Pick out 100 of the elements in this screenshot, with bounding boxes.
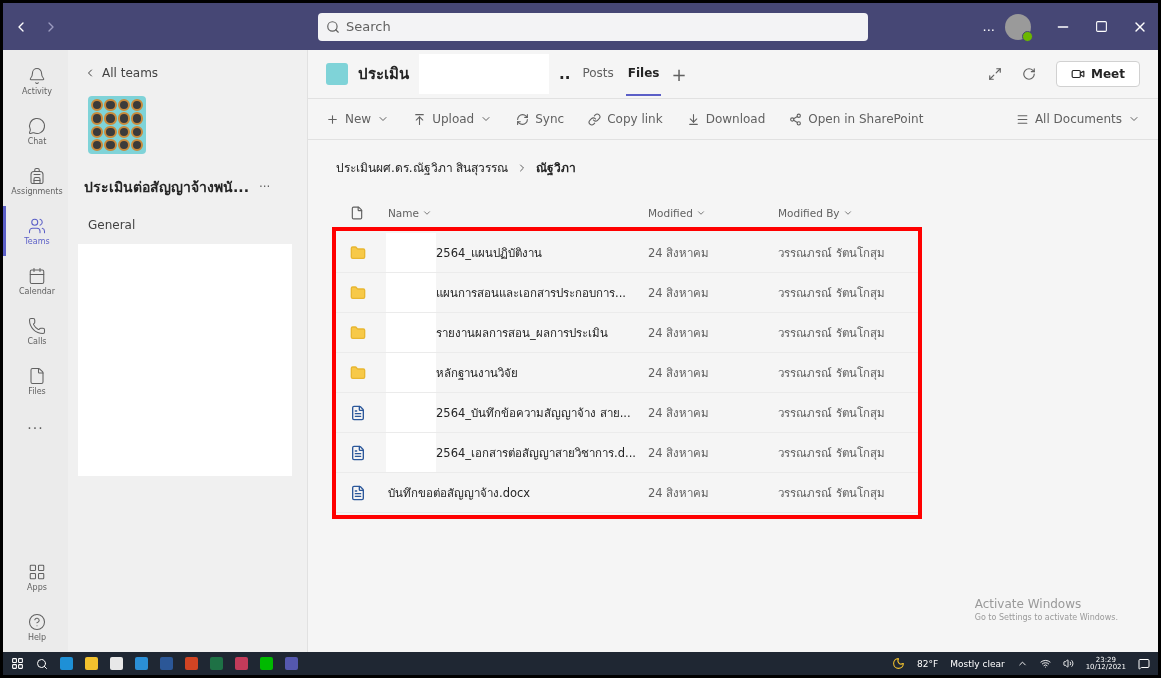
breadcrumb-link[interactable]: ประเมินผศ.ดร.ณัฐวิภา สินสุวรรณ [336,158,509,177]
sync-icon [516,112,530,126]
upload-icon [413,112,427,126]
team-logo [88,96,146,154]
rail-label: Assignments [11,186,63,196]
modified-by-cell-text: วรรณภรณ์ รัตนโกสุม [778,444,886,462]
rail-label: Calendar [19,286,55,296]
chat-icon [28,116,46,135]
modified-by-cell-text: วรรณภรณ์ รัตนโกสุม [778,364,886,382]
lines-icon [1015,112,1029,126]
column-header[interactable]: Name [388,207,648,219]
plus-icon [326,112,339,126]
link-icon [588,112,602,126]
file-name[interactable]: 2564_แผนปฏิบัติงาน [436,243,543,262]
file-name[interactable]: บันทึกขอต่อสัญญาจ้าง.docx [388,483,531,502]
help-icon [28,612,46,631]
meet-button[interactable]: Meet [1056,61,1140,87]
document-icon [350,444,366,461]
modified-cell-text: 24 สิงหาคม [648,444,711,462]
folder-icon [350,364,366,381]
refresh-icon[interactable] [1022,67,1037,81]
rail-item[interactable]: Files [3,356,68,406]
rail-item[interactable]: Chat [3,106,68,156]
modified-by-cell-text: วรรณภรณ์ รัตนโกสุม [778,284,886,302]
modified-cell-text: 24 สิงหาคม [648,404,711,422]
toolbar-button[interactable]: Open in SharePoint [789,112,924,126]
tab[interactable]: Files [625,52,662,96]
rail-item[interactable]: Apps [3,552,68,602]
column-header[interactable]: Modified By [778,207,918,219]
modified-cell-text: 24 สิงหาคม [648,484,711,502]
toolbar-button[interactable]: Download [686,112,766,126]
caret-icon [422,208,432,218]
backpack-icon [28,166,46,185]
rail-item[interactable]: Calls [3,306,68,356]
weather-text: Mostly clear [950,658,1005,669]
document-icon [350,484,366,501]
column-header[interactable]: Modified [648,207,778,219]
modified-cell-text: 24 สิงหาคม [648,244,711,262]
rail-label: Activity [22,86,52,96]
toolbar-button[interactable]: Sync [516,112,565,126]
rail-item[interactable]: Calendar [3,256,68,306]
calendar-icon [28,266,46,285]
toolbar-button[interactable]: Copy link [588,112,663,126]
rail-label: Files [28,386,46,396]
share-icon [789,112,803,126]
file-type-icon [350,206,364,220]
channel-item[interactable]: General [88,218,307,232]
notification-icon[interactable] [1138,657,1150,670]
tab[interactable]: Posts [580,52,616,96]
rail-label: Teams [24,236,50,246]
file-name[interactable]: 2564_เอกสารต่อสัญญาสายวิชาการ.d... [436,443,636,462]
modified-cell-text: 24 สิงหาคม [648,284,711,302]
speaker-icon[interactable] [1062,658,1074,669]
caret-icon [842,208,853,218]
avatar[interactable] [1005,13,1031,40]
toolbar-button[interactable]: Upload [413,112,493,126]
file-name[interactable]: แผนการสอนและเอกสารประกอบการ... [436,283,626,302]
people-icon [28,216,46,235]
modified-by-cell-text: วรรณภรณ์ รัตนโกสุม [778,244,886,262]
folder-icon [350,244,366,261]
maximize-icon[interactable] [1095,20,1108,33]
folder-icon [350,284,366,301]
rail-label: Apps [27,582,47,592]
file-name[interactable]: รายงานผลการสอน_ผลการประเมิน [436,323,608,342]
rail-item[interactable]: Help [3,602,68,652]
team-title: ประเมิน [358,64,409,85]
more-button[interactable]: ··· [258,180,271,194]
breadcrumb-link[interactable]: ณัฐวิภา [536,158,577,177]
all-teams-link[interactable]: All teams [84,66,307,80]
grid-icon [28,562,46,581]
phone-icon [28,316,46,335]
toolbar-button[interactable]: New [326,112,390,126]
team-name: ประเมินต่อสัญญาจ้างพนั... [84,178,249,198]
rail-item[interactable]: Assignments [3,156,68,206]
video-icon [1071,67,1086,81]
presence-dot [1022,30,1033,42]
network-icon[interactable] [1039,658,1051,669]
more-apps-button[interactable]: ... [27,416,44,432]
rail-item[interactable]: Activity [3,56,68,106]
add-tab-button[interactable]: + [671,63,687,85]
expand-icon[interactable] [988,67,1003,81]
moon-icon [892,657,906,670]
search-icon[interactable] [36,657,48,670]
start-icon[interactable] [11,657,24,670]
modified-cell-text: 24 สิงหาคม [648,364,711,382]
rail-label: Help [27,632,47,642]
title-ellipsis: .. [559,65,571,83]
file-name[interactable]: หลักฐานงานวิจัย [436,363,518,382]
team-logo [326,63,348,85]
more-button[interactable]: ... [982,19,995,34]
view-selector[interactable]: All Documents [1015,112,1140,126]
caret-icon [695,208,706,218]
folder-icon [350,324,366,341]
modified-by-cell-text: วรรณภรณ์ รัตนโกสุม [778,324,886,342]
rail-label: Chat [27,136,47,146]
download-icon [686,112,700,126]
modified-by-cell-text: วรรณภรณ์ รัตนโกสุม [778,404,886,422]
file-name[interactable]: 2564_บันทึกข้อความสัญญาจ้าง สาย... [436,403,631,422]
search-field[interactable]: Search [318,12,868,41]
modified-by-cell-text: วรรณภรณ์ รัตนโกสุม [778,484,886,502]
